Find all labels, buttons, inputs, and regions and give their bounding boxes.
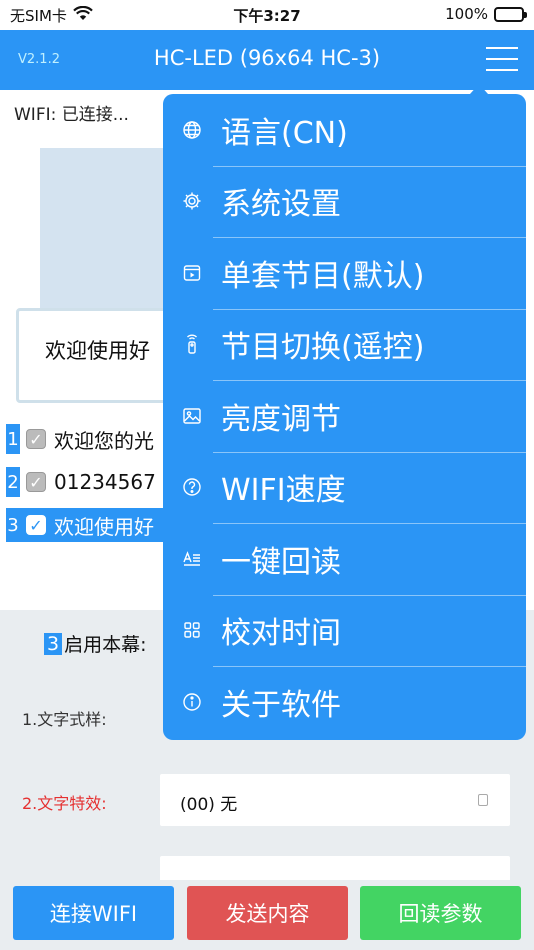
menu-item-label: WIFI速度	[221, 473, 346, 509]
read-params-button[interactable]: 回读参数	[360, 886, 521, 940]
text-effect-label: 2.文字特效:	[22, 794, 107, 813]
program-checkbox[interactable]: ✓	[26, 472, 46, 492]
dropdown-icon	[478, 794, 488, 806]
enable-number: 3	[44, 632, 63, 655]
menu-item-language[interactable]: 语言(CN)	[163, 94, 526, 166]
menu-item-wifi-speed[interactable]: WIFI速度	[163, 451, 526, 524]
menu-item-label: 节目切换(遥控)	[221, 330, 425, 366]
menu-item-label: 一键回读	[221, 544, 341, 580]
program-number: 1	[6, 424, 20, 454]
question-icon	[163, 477, 221, 497]
info-icon	[163, 692, 221, 712]
program-checkbox[interactable]: ✓	[26, 429, 46, 449]
enable-row[interactable]: 3 启用本幕:	[44, 630, 147, 657]
dropdown-menu: 语言(CN) 系统设置 单套节目(默认) 节目切换(遥控) 亮度调节 WIFI速…	[163, 94, 526, 740]
menu-item-system-settings[interactable]: 系统设置	[163, 165, 526, 238]
status-right: 100%	[445, 5, 527, 23]
gear-icon	[163, 191, 221, 211]
remote-icon	[163, 334, 221, 354]
menu-item-label: 语言(CN)	[221, 115, 348, 151]
battery-percent: 100%	[445, 5, 488, 23]
battery-icon	[494, 6, 527, 22]
menu-item-single-program[interactable]: 单套节目(默认)	[163, 237, 526, 309]
text-effect-value: (00) 无	[180, 795, 238, 815]
connect-wifi-button[interactable]: 连接WIFI	[13, 886, 174, 940]
app-header: V2.1.2 HC-LED (96x64 HC-3)	[0, 30, 534, 90]
app-title: HC-LED (96x64 HC-3)	[153, 46, 381, 70]
program-checkbox[interactable]: ✓	[26, 515, 46, 535]
program-text: 欢迎使用好	[54, 514, 154, 539]
image-icon	[163, 406, 221, 426]
menu-item-label: 单套节目(默认)	[221, 258, 425, 294]
content-text: 欢迎使用好	[45, 339, 150, 363]
status-bar: 无SIM卡 下午3:27 100%	[0, 0, 534, 30]
menu-item-label: 校对时间	[221, 616, 341, 652]
text-style-label: 1.文字式样:	[22, 710, 107, 729]
menu-item-sync-time[interactable]: 校对时间	[163, 594, 526, 667]
menu-item-label: 亮度调节	[221, 401, 341, 437]
bottom-toolbar: 连接WIFI 发送内容 回读参数	[0, 880, 534, 950]
menu-item-program-switch[interactable]: 节目切换(遥控)	[163, 308, 526, 381]
program-text: 01234567	[54, 470, 156, 494]
program-number: 3	[6, 510, 20, 540]
send-content-button[interactable]: 发送内容	[187, 886, 348, 940]
menu-item-label: 系统设置	[221, 187, 341, 223]
menu-item-brightness[interactable]: 亮度调节	[163, 380, 526, 452]
globe-icon	[163, 120, 221, 140]
grid-icon	[163, 620, 221, 640]
wifi-status-text: WIFI: 已连接...	[14, 105, 129, 125]
text-effect-select[interactable]: (00) 无	[160, 774, 510, 826]
menu-item-about[interactable]: 关于软件	[163, 666, 526, 738]
menu-item-read-back[interactable]: 一键回读	[163, 523, 526, 595]
menu-caret	[470, 84, 488, 94]
program-text: 欢迎您的光	[54, 428, 154, 453]
menu-item-label: 关于软件	[221, 687, 341, 723]
program-number: 2	[6, 467, 20, 497]
text-format-icon	[163, 549, 221, 569]
play-square-icon	[163, 263, 221, 283]
enable-label: 启用本幕:	[64, 634, 147, 656]
hamburger-menu-icon[interactable]	[486, 47, 518, 71]
